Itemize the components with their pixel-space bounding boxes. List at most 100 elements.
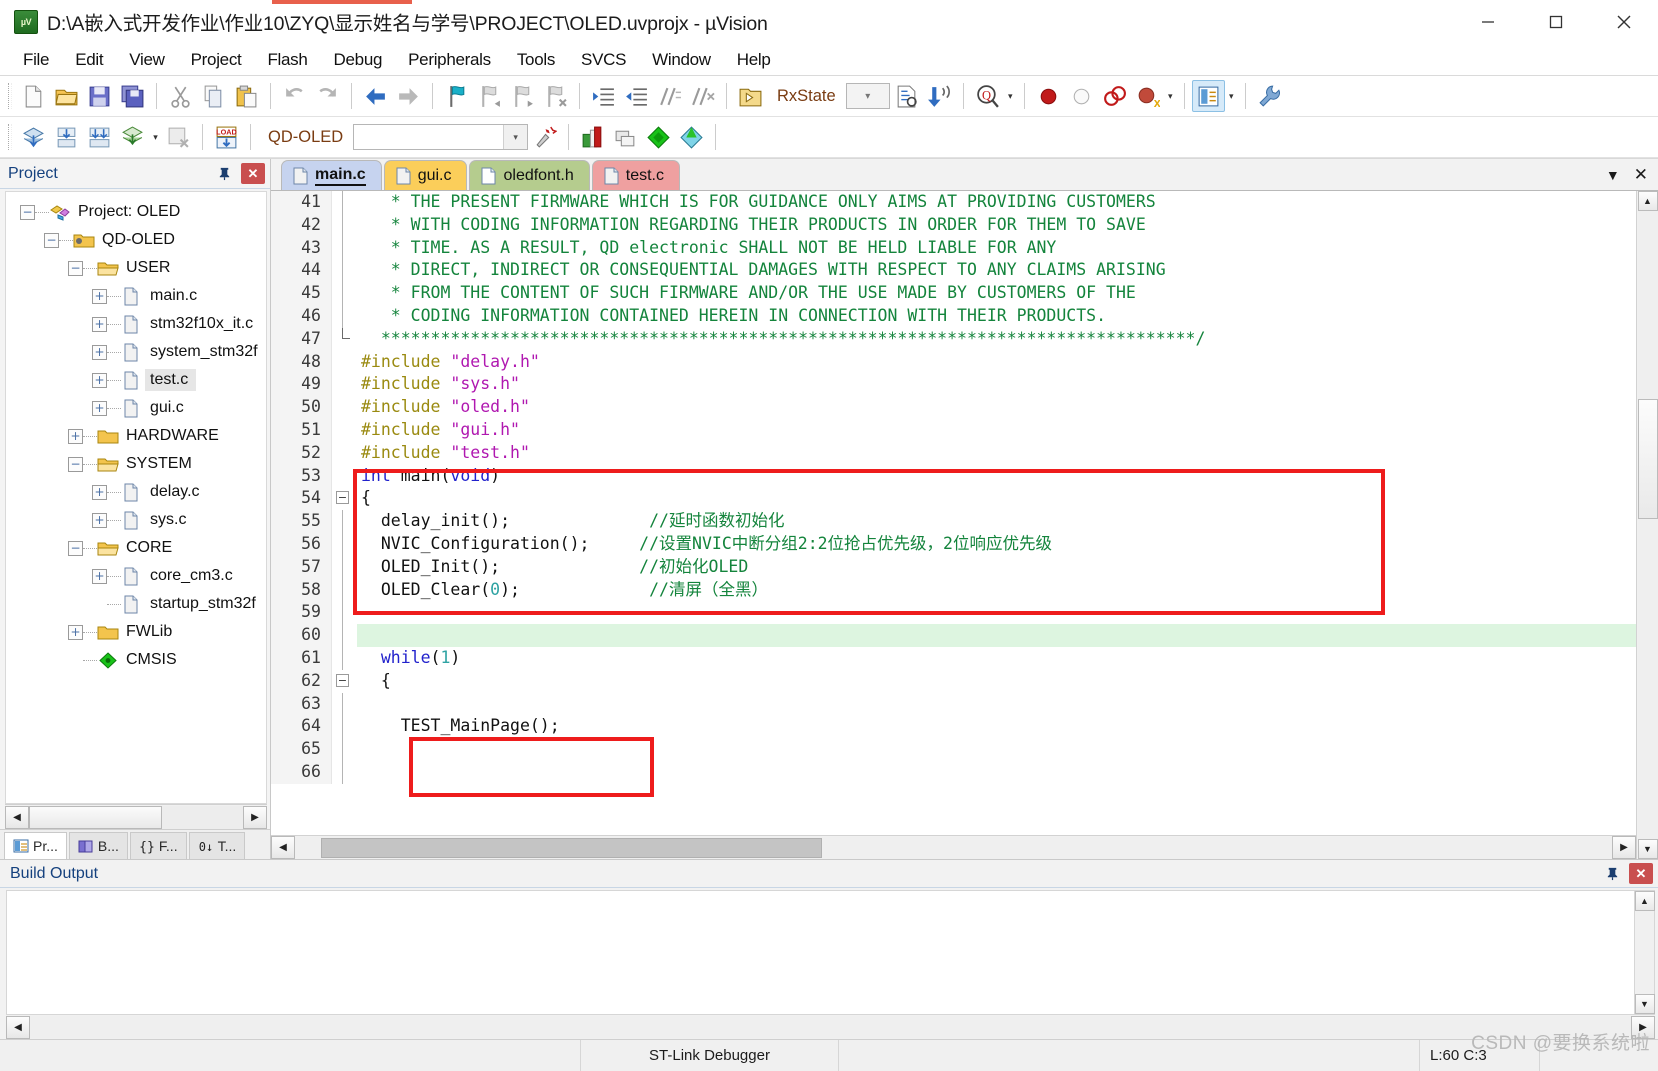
translate-icon[interactable] [17, 121, 50, 153]
close-icon[interactable]: ✕ [241, 163, 265, 184]
fold-column[interactable] [331, 646, 357, 670]
manage-components-icon[interactable] [576, 121, 609, 153]
fold-column[interactable] [331, 191, 357, 214]
tab-project[interactable]: Pr... [4, 832, 67, 859]
code-line[interactable]: 60 [271, 624, 1636, 647]
magnifier-icon[interactable]: Q [971, 80, 1004, 112]
pack-installer-icon[interactable] [642, 121, 675, 153]
code-line[interactable]: 62− { [271, 669, 1636, 693]
scroll-right-icon[interactable]: ▶ [1612, 836, 1636, 859]
fold-column[interactable] [331, 555, 357, 579]
expander-toggle[interactable]: − [68, 260, 83, 276]
code-viewport[interactable]: 41 * THE PRESENT FIRMWARE WHICH IS FOR G… [271, 191, 1636, 859]
bookmark-clear-icon[interactable] [539, 80, 572, 112]
menu-edit[interactable]: Edit [62, 47, 116, 73]
vscroll-track[interactable] [1637, 211, 1658, 839]
project-tree-hscrollbar[interactable]: ◀ ▶ [5, 804, 267, 829]
magnifier-dropdown-caret[interactable]: ▾ [1004, 80, 1017, 112]
scroll-up-icon[interactable]: ▲ [1634, 891, 1655, 911]
code-line[interactable]: 50 #include "oled.h" [271, 396, 1636, 419]
fold-collapse-icon[interactable]: − [336, 673, 349, 687]
fold-column[interactable] [331, 350, 357, 374]
pin-icon[interactable] [1601, 863, 1623, 885]
tree-item-cmsis[interactable]: CMSIS [6, 646, 266, 674]
download-icon[interactable]: LOAD [210, 121, 243, 153]
code-hscrollbar[interactable]: ◀ ▶ [271, 835, 1636, 859]
code-lines[interactable]: 41 * THE PRESENT FIRMWARE WHICH IS FOR G… [271, 191, 1636, 835]
target-select[interactable]: ▾ [353, 124, 529, 150]
code-line[interactable]: 44 * DIRECT, INDIRECT OR CONSEQUENTIAL D… [271, 259, 1636, 283]
code-line[interactable]: 52 #include "test.h" [271, 441, 1636, 465]
bookmark-next-icon[interactable] [506, 80, 539, 112]
menu-peripherals[interactable]: Peripherals [395, 47, 504, 73]
fold-column[interactable] [331, 373, 357, 397]
expander-toggle[interactable]: + [92, 400, 107, 416]
fold-column[interactable] [331, 213, 357, 237]
tree-item-test-c[interactable]: + test.c [6, 366, 266, 394]
save-icon[interactable] [83, 80, 116, 112]
fold-column[interactable] [331, 578, 357, 602]
find-in-files-icon[interactable] [890, 80, 923, 112]
expander-toggle[interactable]: + [92, 344, 107, 360]
code-line[interactable]: 54−{ [271, 487, 1636, 511]
copy-icon[interactable] [197, 80, 230, 112]
hscroll-thumb[interactable] [29, 805, 162, 829]
code-line[interactable]: 43 * TIME. AS A RESULT, QD electronic SH… [271, 236, 1636, 260]
expander-toggle[interactable]: − [68, 540, 83, 556]
wizard-dropdown-caret[interactable]: ▾ [1225, 80, 1238, 112]
fold-column[interactable] [331, 760, 357, 784]
fold-collapse-icon[interactable]: − [336, 491, 349, 505]
code-line[interactable]: 45 * FROM THE CONTENT OF SUCH FIRMWARE A… [271, 282, 1636, 305]
maximize-button[interactable] [1522, 0, 1590, 44]
expander-toggle[interactable]: + [92, 512, 107, 528]
fold-column[interactable] [331, 692, 357, 716]
menu-window[interactable]: Window [639, 47, 724, 73]
code-line[interactable]: 41 * THE PRESENT FIRMWARE WHICH IS FOR G… [271, 191, 1636, 214]
fold-column[interactable] [331, 532, 357, 556]
code-line[interactable]: 47 *************************************… [271, 327, 1636, 351]
code-line[interactable]: 59 [271, 601, 1636, 625]
bookmark-toggle-icon[interactable] [440, 80, 473, 112]
hscroll-track[interactable] [30, 1016, 1631, 1038]
tree-item-core-group[interactable]: − CORE [6, 534, 266, 562]
expander-toggle[interactable]: − [68, 456, 83, 472]
fold-column[interactable] [331, 624, 357, 647]
incremental-find-icon[interactable] [923, 80, 956, 112]
insert-file-icon[interactable] [734, 80, 767, 112]
toolbar-grip[interactable] [8, 83, 12, 109]
redo-icon[interactable] [311, 80, 344, 112]
close-icon[interactable]: ✕ [1629, 863, 1653, 884]
code-editor[interactable]: 41 * THE PRESENT FIRMWARE WHICH IS FOR G… [271, 191, 1658, 859]
undo-icon[interactable] [278, 80, 311, 112]
batch-build-icon[interactable] [116, 121, 149, 153]
project-tree[interactable]: − Project: OLED − QD-OLED − USER + main.… [5, 191, 267, 804]
fold-column[interactable] [331, 396, 357, 419]
tree-item-user-group[interactable]: − USER [6, 254, 266, 282]
menu-view[interactable]: View [116, 47, 177, 73]
code-line[interactable]: 65 [271, 738, 1636, 761]
menu-file[interactable]: File [10, 47, 62, 73]
menu-tools[interactable]: Tools [504, 47, 568, 73]
tree-item-sys-c[interactable]: + sys.c [6, 506, 266, 534]
editor-tab-gui-c[interactable]: gui.c [383, 160, 468, 190]
code-line[interactable]: 58 OLED_Clear(0); //清屏（全黑） [271, 578, 1636, 602]
breakpoint-disable-icon[interactable] [1065, 80, 1098, 112]
scroll-right-icon[interactable]: ▶ [243, 805, 267, 829]
new-file-icon[interactable] [17, 80, 50, 112]
code-vscrollbar[interactable]: ▲ ▼ [1636, 191, 1658, 859]
code-line[interactable]: 57 OLED_Init(); //初始化OLED [271, 555, 1636, 579]
scroll-up-icon[interactable]: ▲ [1637, 191, 1658, 211]
expander-toggle[interactable]: + [92, 288, 107, 304]
code-line[interactable]: 51 #include "gui.h" [271, 418, 1636, 442]
fold-column[interactable] [331, 715, 357, 739]
fold-column[interactable] [331, 259, 357, 283]
expander-toggle[interactable]: + [92, 568, 107, 584]
build-icon[interactable] [50, 121, 83, 153]
tree-item-project-oled[interactable]: − Project: OLED [6, 198, 266, 226]
breakpoint-kill-all-icon[interactable] [1098, 80, 1131, 112]
cut-icon[interactable] [164, 80, 197, 112]
menu-debug[interactable]: Debug [321, 47, 396, 73]
tree-item-core-cm3-c[interactable]: + core_cm3.c [6, 562, 266, 590]
stop-build-icon[interactable] [162, 121, 195, 153]
scroll-down-icon[interactable]: ▼ [1637, 839, 1658, 859]
